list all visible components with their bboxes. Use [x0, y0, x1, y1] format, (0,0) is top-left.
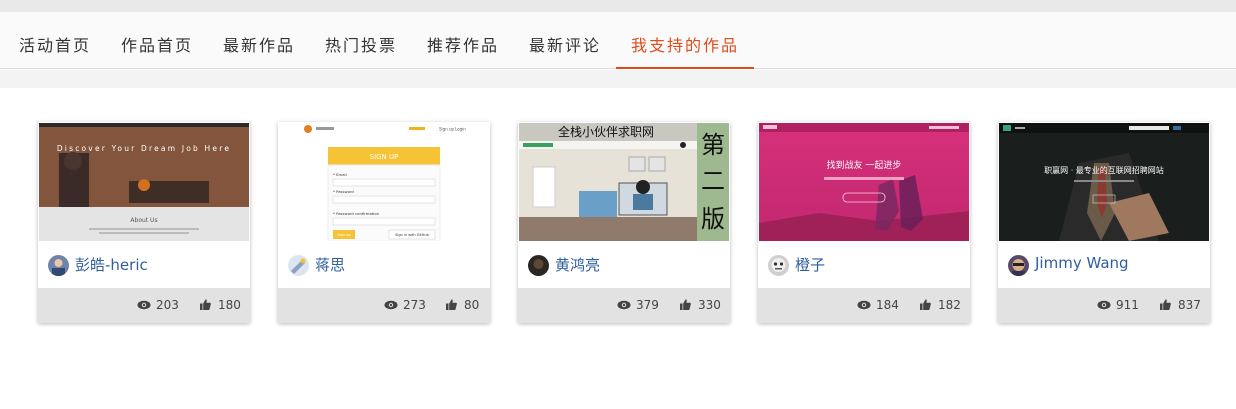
work-card[interactable]: 全栈小伙伴求职网 第 二 版 黄鸿亮 379 330	[518, 122, 730, 323]
tab-latest-works[interactable]: 最新作品	[223, 12, 295, 69]
author-name[interactable]: 橙子	[795, 254, 825, 275]
thumbs-up-icon[interactable]	[1160, 299, 1171, 310]
thumb-headline: 职赢网 · 最专业的互联网招聘网站	[1044, 165, 1164, 175]
thumbnail-signup-page: Sign up Login SIGN UP * Email * Password…	[279, 123, 489, 241]
view-count: 911	[1116, 298, 1139, 312]
author-name[interactable]: 彭皓-heric	[75, 254, 148, 275]
thumb-badge-1: 第	[701, 131, 725, 159]
browser-top-strip	[0, 0, 1236, 12]
work-thumbnail[interactable]: 职赢网 · 最专业的互联网招聘网站	[999, 123, 1209, 241]
author-avatar[interactable]	[48, 255, 69, 276]
stats-bar: 273 80	[278, 288, 490, 323]
author-row: 蒋思	[278, 242, 490, 288]
work-thumbnail[interactable]: Sign up Login SIGN UP * Email * Password…	[279, 123, 489, 241]
thumbnail-job-site: Discover Your Dream Job Here About Us	[39, 123, 249, 241]
stats-bar: 911 837	[998, 288, 1210, 323]
thumbnail-fullstack-jobs: 全栈小伙伴求职网 第 二 版	[519, 123, 729, 241]
stats-bar: 379 330	[518, 288, 730, 323]
author-row: Jimmy Wang	[998, 242, 1210, 288]
author-name[interactable]: 黄鸿亮	[555, 254, 600, 275]
view-count: 184	[876, 298, 899, 312]
thumb-hero-text: Discover Your Dream Job Here	[57, 144, 231, 153]
stats-bar: 184 182	[758, 288, 970, 323]
eye-icon	[137, 300, 151, 310]
author-row: 橙子	[758, 242, 970, 288]
eye-icon	[1097, 300, 1111, 310]
like-count: 837	[1178, 298, 1201, 312]
thumb-nav-signup: Sign up	[439, 127, 455, 132]
thumbnail-recruiting-site: 职赢网 · 最专业的互联网招聘网站	[999, 123, 1209, 241]
eye-icon	[857, 300, 871, 310]
view-count: 273	[403, 298, 426, 312]
thumb-headline: 找到战友 一起进步	[827, 159, 902, 171]
like-count: 330	[698, 298, 721, 312]
thumb-signup-title: SIGN UP	[370, 153, 399, 161]
tab-latest-comments[interactable]: 最新评论	[529, 12, 601, 69]
author-avatar[interactable]	[768, 255, 789, 276]
thumb-banner: 全栈小伙伴求职网	[558, 124, 654, 139]
thumbnail-teammates: 找到战友 一起进步	[759, 123, 969, 241]
author-avatar[interactable]	[1008, 255, 1029, 276]
author-row: 彭皓-heric	[38, 242, 250, 288]
work-card[interactable]: 职赢网 · 最专业的互联网招聘网站 Jimmy Wang 911 837	[998, 122, 1210, 323]
thumb-badge-3: 版	[701, 205, 725, 233]
thumbs-up-icon[interactable]	[200, 299, 211, 310]
tab-hot-votes[interactable]: 热门投票	[325, 12, 397, 69]
tab-recommended-works[interactable]: 推荐作品	[427, 12, 499, 69]
author-row: 黄鸿亮	[518, 242, 730, 288]
tab-bar-shadow	[0, 70, 1236, 88]
thumb-signup-button: Sign up	[337, 233, 351, 237]
thumb-email-label: * Email	[333, 172, 347, 177]
stats-bar: 203 180	[38, 288, 250, 323]
view-count: 203	[156, 298, 179, 312]
thumbs-up-icon[interactable]	[920, 299, 931, 310]
work-thumbnail[interactable]: Discover Your Dream Job Here About Us	[39, 123, 249, 241]
thumb-github-button: Sign in with GitHub	[395, 233, 429, 237]
author-avatar[interactable]	[288, 255, 309, 276]
work-thumbnail[interactable]: 全栈小伙伴求职网 第 二 版	[519, 123, 729, 241]
thumb-confirm-label: * Password confirmation	[333, 211, 380, 216]
tab-bar: 活动首页 作品首页 最新作品 热门投票 推荐作品 最新评论 我支持的作品	[0, 12, 1236, 69]
like-count: 180	[218, 298, 241, 312]
work-thumbnail[interactable]: 找到战友 一起进步	[759, 123, 969, 241]
tab-works-home[interactable]: 作品首页	[121, 12, 193, 69]
work-card[interactable]: 找到战友 一起进步 橙子 184 182	[758, 122, 970, 323]
like-count: 80	[464, 298, 480, 312]
thumb-badge-2: 二	[701, 167, 725, 195]
thumbs-up-icon[interactable]	[446, 299, 457, 310]
like-count: 182	[938, 298, 961, 312]
work-card[interactable]: Discover Your Dream Job Here About Us 彭皓…	[38, 122, 250, 323]
eye-icon	[384, 300, 398, 310]
tab-activity-home[interactable]: 活动首页	[19, 12, 91, 69]
thumb-password-label: * Password	[333, 189, 354, 194]
view-count: 379	[636, 298, 659, 312]
author-avatar[interactable]	[528, 255, 549, 276]
eye-icon	[617, 300, 631, 310]
thumb-nav-login: Login	[455, 127, 466, 132]
thumbs-up-icon[interactable]	[680, 299, 691, 310]
tab-my-supported-works[interactable]: 我支持的作品	[616, 12, 754, 69]
author-name[interactable]: Jimmy Wang	[1035, 254, 1129, 272]
work-card[interactable]: Sign up Login SIGN UP * Email * Password…	[278, 122, 490, 323]
thumb-section-title: About Us	[130, 217, 157, 224]
author-name[interactable]: 蒋思	[315, 254, 345, 275]
